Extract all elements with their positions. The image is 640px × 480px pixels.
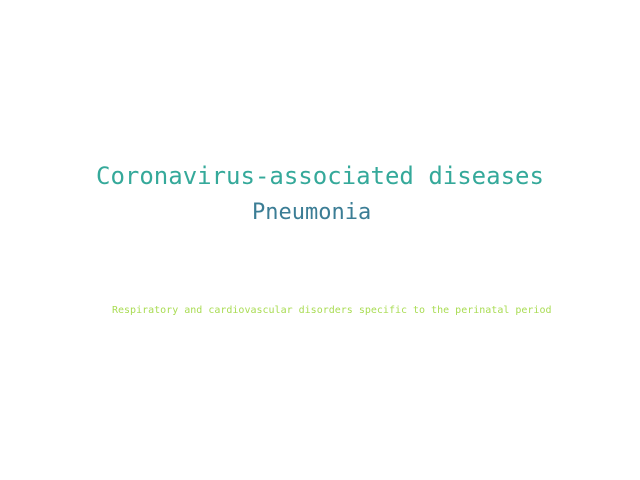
word-respiratory-cardiovascular-disorders: Respiratory and cardiovascular disorders…	[112, 305, 552, 316]
word-cloud: Coronavirus-associated diseases Pneumoni…	[0, 0, 640, 480]
word-coronavirus-associated-diseases: Coronavirus-associated diseases	[96, 162, 544, 190]
word-pneumonia: Pneumonia	[252, 200, 372, 225]
